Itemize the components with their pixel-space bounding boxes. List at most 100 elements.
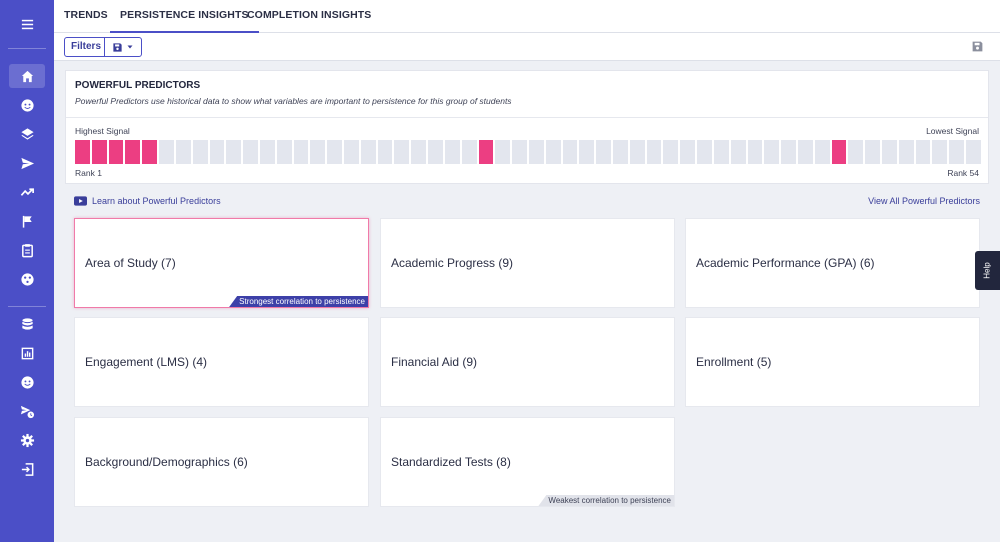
emoji-icon[interactable] [9,370,45,394]
predictor-card-academic-performance[interactable]: Academic Performance (GPA) (6) [685,218,980,308]
save-dropdown-button[interactable] [104,37,142,57]
predictor-card-academic-progress[interactable]: Academic Progress (9) [380,218,675,308]
rank-cell [159,140,174,164]
palette-icon[interactable] [9,267,45,291]
highest-signal-label: Highest Signal [75,126,130,136]
settings-icon[interactable] [9,428,45,452]
rank-cell [966,140,981,164]
rank-cell [713,140,729,164]
trending-icon[interactable] [9,180,45,204]
filters-button[interactable]: Filters [64,37,109,57]
rank-cell [192,140,208,164]
card-label: Standardized Tests (8) [391,455,511,469]
rank-cell [461,140,477,164]
rank-cell [327,140,342,164]
rank-cell [579,140,595,164]
database-icon[interactable] [9,312,45,336]
rank-cell [613,140,628,164]
predictor-card-financial-aid[interactable]: Financial Aid (9) [380,317,675,407]
rank-cell [663,140,679,164]
rank-cell [797,140,813,164]
tab-bar: TRENDS PERSISTENCE INSIGHTS COMPLETION I… [54,0,1000,33]
help-button[interactable]: Help [975,251,1000,290]
rank-cell-highlighted [75,140,90,164]
card-label: Background/Demographics (6) [85,455,248,469]
save-icon[interactable] [971,40,984,53]
rank-cell-highlighted [831,140,847,164]
rank-cell [898,140,914,164]
weakest-correlation-tag: Weakest correlation to persistence [538,495,674,506]
rank-cell [882,140,897,164]
menu-icon[interactable] [9,12,45,36]
rank-cell [596,140,611,164]
rank-cell [528,140,544,164]
rank-cell [629,140,645,164]
rank-cell [360,140,376,164]
card-label: Academic Progress (9) [391,256,514,270]
rank-cell [865,140,880,164]
rank-cell [512,140,527,164]
rank-cell [781,140,796,164]
rank-cell-highlighted [142,140,158,164]
predictor-card-engagement[interactable]: Engagement (LMS) (4) [74,317,369,407]
help-label: Help [982,262,992,279]
rank-cell [209,140,225,164]
send-icon[interactable] [9,151,45,175]
schedule-send-icon[interactable] [9,399,45,423]
predictor-card-area-of-study[interactable]: Area of Study (7) Strongest correlation … [74,218,369,308]
rank-cell [444,140,460,164]
flag-icon[interactable] [9,209,45,233]
rank-cell [226,140,242,164]
signal-rank-bar [75,140,981,164]
rank-cell [428,140,443,164]
divider [66,117,988,118]
rank-cell [545,140,561,164]
rank-cell [646,140,662,164]
view-all-link[interactable]: View All Powerful Predictors [868,196,980,206]
toolbar: Filters [54,33,1000,61]
rank-cell [243,140,258,164]
card-label: Financial Aid (9) [391,355,478,369]
card-label: Engagement (LMS) (4) [85,355,208,369]
card-label: Area of Study (7) [85,256,176,270]
rank-cell [344,140,359,164]
rank-cell [764,140,780,164]
learn-link[interactable]: Learn about Powerful Predictors [74,196,221,206]
rank-cell-highlighted [108,140,124,164]
tab-completion-insights[interactable]: COMPLETION INSIGHTS [237,0,381,33]
rank-cell [932,140,948,164]
rank-cell [949,140,965,164]
report-icon[interactable] [9,341,45,365]
rank-cell [276,140,292,164]
predictor-card-standardized-tests[interactable]: Standardized Tests (8) Weakest correlati… [380,417,675,507]
sidebar-divider [8,306,46,307]
predictor-card-enrollment[interactable]: Enrollment (5) [685,317,980,407]
layers-icon[interactable] [9,122,45,146]
rank-cell [814,140,830,164]
rank-cell [730,140,746,164]
caret-down-icon [127,45,133,49]
rank-cell [411,140,427,164]
rank-cell-highlighted [91,140,107,164]
card-label: Academic Performance (GPA) (6) [696,256,875,270]
rank-cell [377,140,393,164]
rank-cell [394,140,410,164]
logout-icon[interactable] [9,457,45,481]
sidebar [0,0,54,542]
rank-cell-highlighted [478,140,494,164]
face-icon[interactable] [9,93,45,117]
tab-trends[interactable]: TRENDS [54,0,118,33]
home-icon[interactable] [9,64,45,88]
panel-title: POWERFUL PREDICTORS [75,80,201,91]
predictor-card-background-demographics[interactable]: Background/Demographics (6) [74,417,369,507]
save-icon [113,42,122,52]
panel-description: Powerful Predictors use historical data … [75,96,512,106]
rank-cell [293,140,309,164]
rank-cell [562,140,578,164]
rank-cell [259,140,275,164]
rank-cell [848,140,864,164]
rank-last-label: Rank 54 [947,168,979,178]
strongest-correlation-tag: Strongest correlation to persistence [229,296,368,307]
clipboard-icon[interactable] [9,238,45,262]
powerful-predictors-panel: POWERFUL PREDICTORS Powerful Predictors … [65,70,989,184]
